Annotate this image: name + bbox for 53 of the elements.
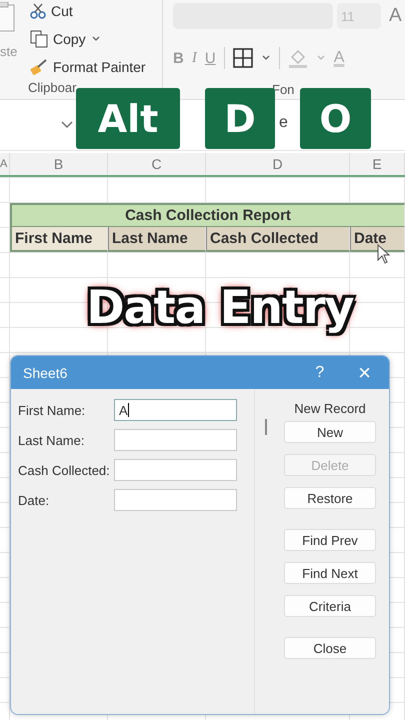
chevron-icon — [316, 54, 326, 62]
chevron-icon — [260, 54, 271, 62]
field-label: First Name: — [18, 402, 86, 418]
dialog-button[interactable]: Criteria — [284, 595, 376, 617]
column-header[interactable]: B — [10, 153, 108, 175]
column-header[interactable]: C — [108, 153, 206, 175]
scrollbar-thumb[interactable] — [265, 419, 267, 435]
cut-button[interactable]: Cut — [30, 0, 146, 22]
grow-font-button[interactable]: A — [385, 5, 402, 27]
report-title: Cash Collection Report — [10, 203, 405, 227]
italic-button[interactable]: I — [192, 50, 197, 66]
table-header: First Name — [10, 227, 108, 252]
paste-label[interactable]: ste — [0, 44, 18, 59]
keyboard-key: Alt — [76, 88, 180, 149]
format-painter-button[interactable]: Format Painter — [30, 56, 146, 78]
keyboard-key: O — [300, 88, 371, 149]
copy-button[interactable]: Copy — [30, 28, 146, 50]
column-header[interactable]: A — [0, 153, 10, 175]
formula-bar-text: e — [279, 114, 288, 132]
dialog-title: Sheet6 — [23, 364, 68, 380]
table-header: Last Name — [108, 227, 206, 252]
group-label: Clipboar — [27, 79, 78, 97]
field-label: Last Name: — [18, 432, 86, 448]
keyboard-key: D — [205, 88, 275, 149]
field-label: Date: — [18, 492, 50, 508]
dialog-button[interactable]: Find Next — [284, 562, 376, 584]
dialog-button[interactable]: New — [284, 421, 376, 443]
underline-button[interactable]: U — [204, 50, 216, 66]
help-button[interactable]: ? — [315, 364, 324, 382]
scissors-icon — [30, 3, 46, 19]
fill-bucket-icon — [288, 48, 308, 68]
dialog-button[interactable]: Restore — [284, 487, 376, 509]
chevron-icon — [60, 120, 74, 130]
dialog-button[interactable]: Find Prev — [284, 529, 376, 551]
chevron-icon — [90, 35, 101, 43]
bold-button[interactable]: B — [173, 50, 184, 66]
table-header: Date — [350, 227, 405, 252]
paintbrush-icon — [30, 58, 48, 76]
input-field[interactable] — [114, 489, 237, 511]
close-button[interactable]: × — [358, 360, 371, 386]
dialog-button[interactable]: Close — [284, 637, 376, 659]
font-color-button[interactable]: A — [334, 49, 344, 67]
column-header[interactable]: E — [350, 153, 405, 175]
mouse-pointer-icon — [377, 244, 391, 264]
input-field[interactable]: A — [114, 399, 237, 421]
copy-icon — [30, 30, 48, 48]
input-field[interactable] — [114, 459, 237, 481]
borders-icon — [232, 48, 253, 68]
record-status: New Record — [294, 401, 366, 415]
table-header: Cash Collected — [206, 227, 350, 252]
column-header[interactable]: D — [206, 153, 350, 175]
field-label: Cash Collected: — [18, 462, 111, 478]
input-field[interactable] — [114, 429, 237, 451]
